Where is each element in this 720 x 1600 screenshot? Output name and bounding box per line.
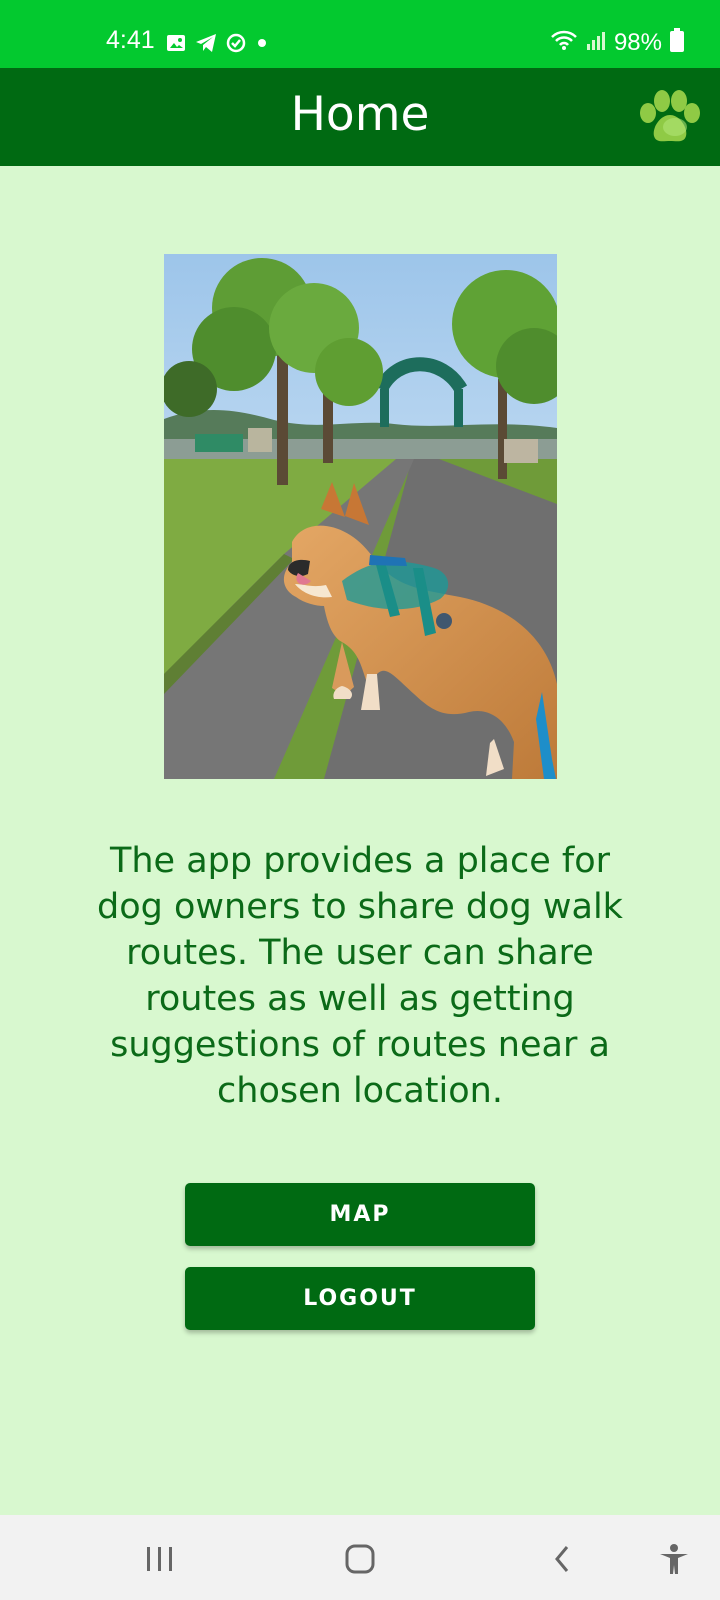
paw-button[interactable] [638,89,702,145]
recents-icon [147,1547,172,1571]
accessibility-button[interactable] [656,1543,692,1575]
back-icon [555,1546,569,1572]
gallery-icon [166,33,186,58]
home-button[interactable] [342,1543,378,1575]
logout-button[interactable]: LOGOUT [185,1267,535,1330]
status-left-icons [166,33,269,58]
status-bar: 4:41 98% [0,0,720,68]
accessibility-icon [660,1544,688,1574]
wifi-icon [550,29,578,56]
status-time: 4:41 [106,26,155,54]
app-description: The app provides a place for dog owners … [97,841,623,1111]
system-navigation-bar [0,1515,720,1600]
back-button[interactable] [545,1543,581,1575]
telegram-icon [195,33,217,58]
signal-icon [586,29,606,56]
map-button[interactable]: MAP [185,1183,535,1246]
page-title: Home [290,87,430,142]
recents-button[interactable] [143,1543,179,1575]
battery-percentage: 98% [613,28,662,56]
home-icon [345,1544,375,1574]
paw-icon [640,90,700,142]
status-right: 98% [550,28,684,57]
app-bar: Home [0,68,720,166]
dog-photo [164,254,557,779]
check-circle-icon [226,33,246,58]
battery-icon [670,28,684,57]
notification-dot-icon [255,33,269,58]
